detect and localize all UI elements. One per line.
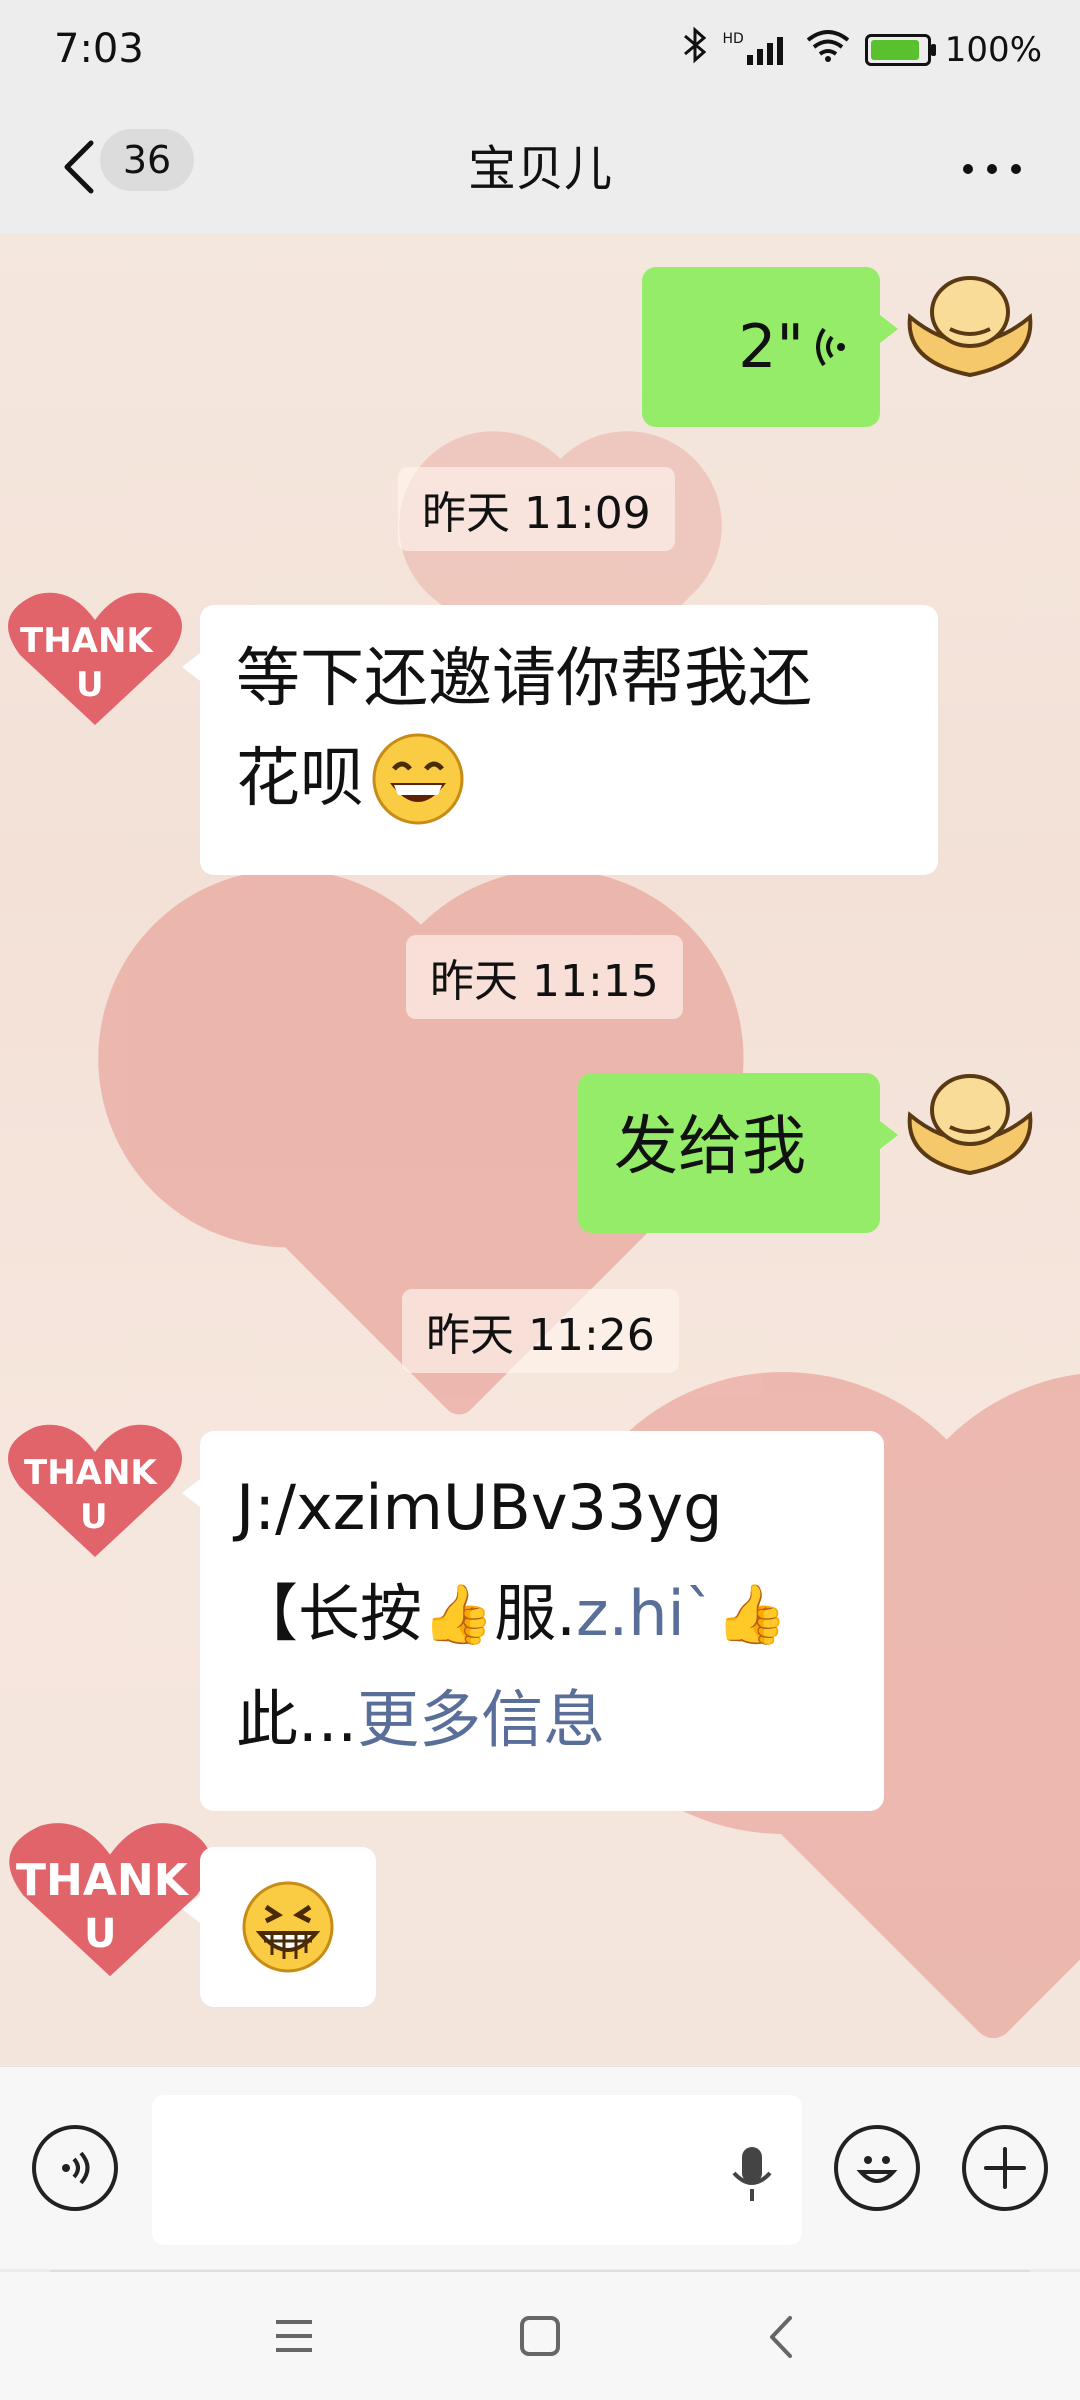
message-text: 等下还邀请你帮我还 xyxy=(236,642,812,716)
battery-icon xyxy=(864,33,936,66)
message-timestamp: 昨天 11:26 xyxy=(402,1289,679,1373)
back-button[interactable] xyxy=(48,127,108,207)
battery-percent: 100% xyxy=(944,29,1042,70)
chat-screen: 7:03 HD 100% 宝贝儿 36 2" 昨天 11:09 THANK U … xyxy=(0,0,1080,2400)
grin-emoji-icon xyxy=(372,733,464,825)
mic-button[interactable] xyxy=(728,2145,776,2209)
system-nav-bar xyxy=(0,2272,1080,2400)
message-timestamp: 昨天 11:15 xyxy=(406,935,683,1019)
text-message-bubble[interactable]: 发给我 xyxy=(578,1073,898,1233)
home-button[interactable] xyxy=(518,2314,562,2362)
my-avatar[interactable] xyxy=(900,1055,1040,1195)
back-arrow-icon xyxy=(770,2316,792,2358)
gold-ingot-icon xyxy=(907,1074,1033,1176)
gold-ingot-icon xyxy=(907,276,1033,378)
network-label: HD xyxy=(722,30,744,47)
message-link[interactable]: z.hi` xyxy=(576,1561,716,1667)
voice-wave-icon xyxy=(816,327,845,367)
chat-header: 宝贝儿 36 xyxy=(0,105,1080,233)
wifi-icon xyxy=(805,28,851,71)
unread-count-badge[interactable]: 36 xyxy=(100,129,194,191)
more-options-button[interactable] xyxy=(952,129,1032,209)
message-input[interactable] xyxy=(152,2095,802,2245)
message-text: 花呗 xyxy=(236,742,364,816)
avatar-text-u: U xyxy=(80,1497,108,1537)
more-info-link[interactable]: 更多信息 xyxy=(357,1683,605,1756)
status-bar: 7:03 HD 100% xyxy=(0,0,1080,105)
emoji-button[interactable] xyxy=(834,2125,920,2211)
status-icons: HD 100% xyxy=(682,26,1042,73)
avatar-text-thank: THANK xyxy=(20,621,153,661)
recent-apps-button[interactable] xyxy=(272,2316,316,2360)
plus-icon xyxy=(984,2147,1026,2189)
battery-fill xyxy=(870,39,919,60)
avatar-text-thank: THANK xyxy=(16,1855,188,1906)
contact-avatar[interactable]: THANK U xyxy=(0,585,182,725)
message-text: 【长按 xyxy=(236,1577,423,1650)
thumbs-up-icon: 👍 xyxy=(715,1580,788,1648)
voice-mode-button[interactable] xyxy=(32,2125,118,2211)
input-bar xyxy=(0,2066,1080,2269)
plus-button[interactable] xyxy=(962,2125,1048,2211)
message-text: 发给我 xyxy=(614,1110,806,1184)
text-message-bubble[interactable]: 等下还邀请你帮我还 花呗 xyxy=(182,605,938,875)
my-avatar[interactable] xyxy=(900,257,1040,397)
home-square-icon xyxy=(520,2316,560,2356)
chevron-left-icon xyxy=(64,140,94,194)
message-text: 此... xyxy=(236,1683,358,1756)
link-message-bubble[interactable]: J:/xzimUBv33yg 【长按 👍 服. z.hi` 👍 此...更多信息 xyxy=(182,1431,884,1811)
back-nav-button[interactable] xyxy=(766,2314,796,2364)
mic-icon xyxy=(732,2147,772,2201)
contact-avatar[interactable]: THANK U xyxy=(0,1417,182,1557)
voice-message-bubble[interactable]: 2" xyxy=(642,267,898,427)
thumbs-up-icon: 👍 xyxy=(422,1580,495,1648)
message-timestamp: 昨天 11:09 xyxy=(398,467,675,551)
more-icon xyxy=(963,164,1021,174)
emoji-message-bubble[interactable] xyxy=(182,1847,376,2007)
menu-icon xyxy=(276,2320,312,2352)
voice-duration: 2" xyxy=(738,312,804,382)
signal-icon: HD xyxy=(722,31,790,65)
message-text: J:/xzimUBv33yg xyxy=(236,1471,723,1544)
smile-icon xyxy=(856,2156,898,2183)
chat-messages[interactable]: 2" 昨天 11:09 THANK U 等下还邀请你帮我还 花呗 昨天 11:1… xyxy=(0,233,1080,2065)
voice-icon xyxy=(62,2151,90,2185)
status-time: 7:03 xyxy=(54,26,144,72)
avatar-text-thank: THANK xyxy=(24,1453,157,1493)
laughing-emoji-icon xyxy=(242,1881,334,1973)
avatar-text-u: U xyxy=(84,1911,117,1957)
message-text: 服. xyxy=(494,1577,576,1650)
avatar-text-u: U xyxy=(76,665,104,705)
bluetooth-icon xyxy=(682,26,708,73)
